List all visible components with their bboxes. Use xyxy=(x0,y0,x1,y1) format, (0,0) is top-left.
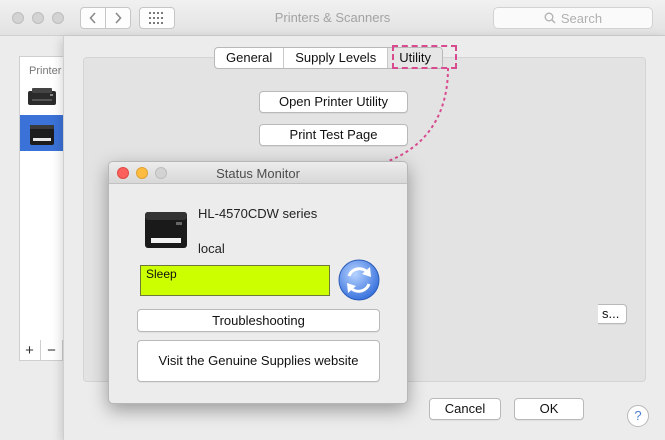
options-supplies-button[interactable]: s... xyxy=(598,304,627,324)
remove-printer-button[interactable]: − xyxy=(41,340,63,360)
printer-list[interactable]: Printer xyxy=(19,56,65,361)
search-placeholder: Search xyxy=(560,10,603,26)
status-monitor-window[interactable]: Status Monitor HL-4570CDW series local S… xyxy=(108,161,408,404)
status-monitor-titlebar: Status Monitor xyxy=(109,162,407,184)
printer-image-icon xyxy=(145,212,187,248)
search-field[interactable]: Search xyxy=(493,7,653,29)
add-printer-button[interactable]: + xyxy=(19,340,41,360)
ok-button[interactable]: OK xyxy=(514,398,584,420)
cancel-button[interactable]: Cancel xyxy=(429,398,501,420)
list-controls: + − xyxy=(19,340,63,360)
printer-list-header: Printer xyxy=(29,65,62,77)
printer-icon xyxy=(30,125,54,145)
help-button[interactable]: ? xyxy=(627,405,649,427)
status-display: Sleep xyxy=(140,265,330,296)
printer-icon xyxy=(28,88,56,105)
troubleshooting-button[interactable]: Troubleshooting xyxy=(137,309,380,332)
list-item-printer-selected[interactable] xyxy=(20,115,64,151)
genuine-supplies-button[interactable]: Visit the Genuine Supplies website xyxy=(137,340,380,382)
list-item-printer-1[interactable] xyxy=(26,85,58,110)
refresh-icon[interactable] xyxy=(337,258,381,302)
tab-general[interactable]: General xyxy=(215,48,285,68)
connection-type: local xyxy=(198,241,225,256)
printer-name: HL-4570CDW series xyxy=(198,206,318,221)
window-titlebar: Printers & Scanners Search xyxy=(0,0,665,36)
search-icon xyxy=(544,12,556,24)
status-monitor-title: Status Monitor xyxy=(216,166,300,181)
